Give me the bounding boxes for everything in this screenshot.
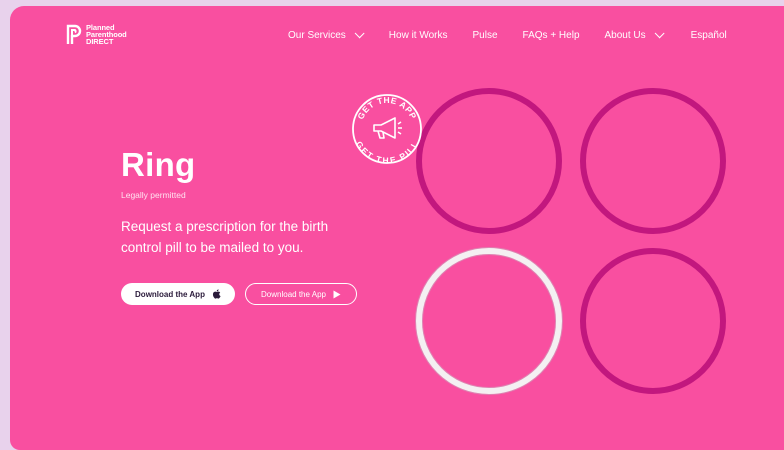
- nav-faqs-help[interactable]: FAQs + Help: [523, 30, 580, 41]
- ring-option[interactable]: [416, 88, 562, 234]
- chevron-down-icon: [654, 28, 665, 39]
- nav-label: Español: [690, 30, 727, 41]
- nav-label: Our Services: [288, 30, 346, 41]
- button-label: Download the App: [135, 289, 205, 299]
- nav-label: How it Works: [388, 30, 448, 41]
- nav-about-us[interactable]: About Us: [604, 28, 665, 41]
- main-nav: Our Services How it Works Pulse FAQs + H…: [288, 28, 727, 41]
- get-the-app-badge[interactable]: GET THE APP GET THE PILL: [351, 93, 423, 165]
- page: Planned Parenthood DIRECT Our Services H…: [10, 6, 784, 450]
- legal-status: Legally permitted: [121, 190, 186, 200]
- play-icon: [333, 290, 341, 298]
- nav-pulse[interactable]: Pulse: [473, 30, 498, 41]
- pp-logo-icon: [66, 24, 82, 44]
- apple-icon: [212, 289, 221, 299]
- brand-logo[interactable]: Planned Parenthood DIRECT: [65, 23, 127, 45]
- brand-wordmark: Planned Parenthood DIRECT: [86, 23, 127, 46]
- nav-label: Pulse: [472, 30, 498, 41]
- button-label: Download the App: [261, 289, 326, 299]
- ring-option-selected[interactable]: [416, 248, 562, 394]
- ring-option[interactable]: [580, 88, 726, 234]
- nav-espanol[interactable]: Español: [691, 30, 727, 41]
- ring-option[interactable]: [580, 248, 726, 394]
- download-ios-button[interactable]: Download the App: [121, 283, 235, 305]
- nav-label: About Us: [604, 30, 646, 41]
- nav-how-it-works[interactable]: How it Works: [389, 30, 448, 41]
- chevron-down-icon: [354, 28, 365, 39]
- nav-our-services[interactable]: Our Services: [288, 28, 365, 41]
- hero-description: Request a prescription for the birth con…: [121, 219, 329, 255]
- page-title: Ring: [121, 146, 196, 183]
- nav-label: FAQs + Help: [522, 30, 580, 41]
- download-android-button[interactable]: Download the App: [245, 283, 357, 305]
- brand-line-3: DIRECT: [86, 36, 114, 46]
